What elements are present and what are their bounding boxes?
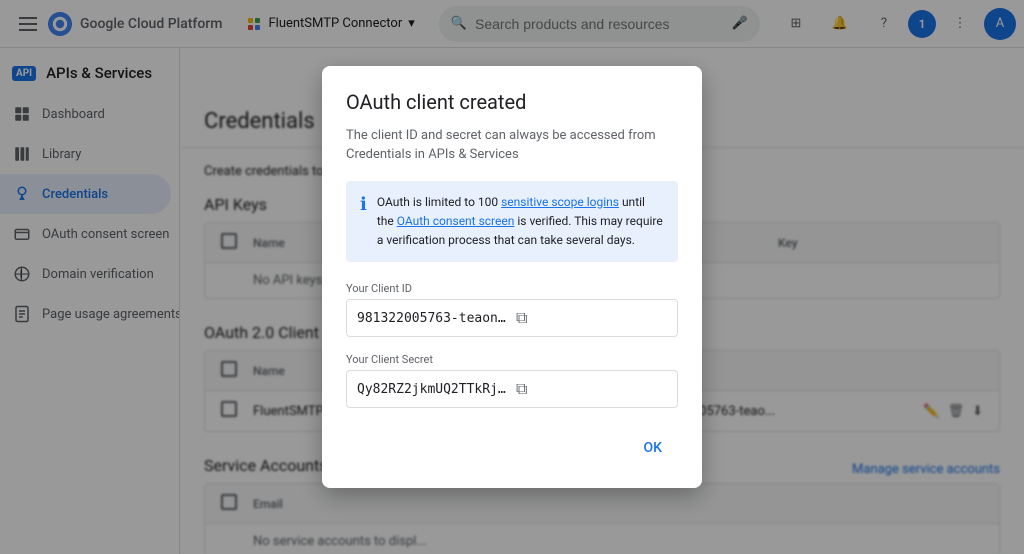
client-id-copy-icon[interactable]: ⧉ — [516, 308, 667, 328]
client-secret-label: Your Client Secret — [346, 353, 678, 366]
oauth-created-modal: OAuth client created The client ID and s… — [322, 66, 702, 489]
oauth-consent-screen-link[interactable]: OAuth consent screen — [397, 214, 515, 228]
modal-info-box: ℹ OAuth is limited to 100 sensitive scop… — [346, 181, 678, 263]
sensitive-scope-logins-link[interactable]: sensitive scope logins — [501, 195, 619, 209]
modal-actions: OK — [346, 424, 678, 464]
modal-title: OAuth client created — [346, 90, 678, 114]
modal-overlay: OAuth client created The client ID and s… — [0, 0, 1024, 554]
info-icon: ℹ — [360, 194, 367, 251]
client-id-value-box: 981322005763-teaonm1km313qhs7kqbcni61vhf… — [346, 299, 678, 337]
client-id-label: Your Client ID — [346, 282, 678, 295]
modal-info-text: OAuth is limited to 100 sensitive scope … — [377, 193, 664, 251]
client-secret-field: Your Client Secret Qy82RZ2jkmUQ2TTkRjX99… — [346, 353, 678, 408]
modal-desc: The client ID and secret can always be a… — [346, 126, 678, 165]
client-id-field: Your Client ID 981322005763-teaonm1km313… — [346, 282, 678, 337]
client-secret-value-box: Qy82RZ2jkmUQ2TTkRjX99TZh ⧉ — [346, 370, 678, 408]
modal-ok-button[interactable]: OK — [628, 432, 679, 464]
client-secret-copy-icon[interactable]: ⧉ — [516, 379, 667, 399]
client-id-value: 981322005763-teaonm1km313qhs7kqbcni61vhf… — [357, 311, 508, 326]
client-secret-value: Qy82RZ2jkmUQ2TTkRjX99TZh — [357, 382, 508, 397]
